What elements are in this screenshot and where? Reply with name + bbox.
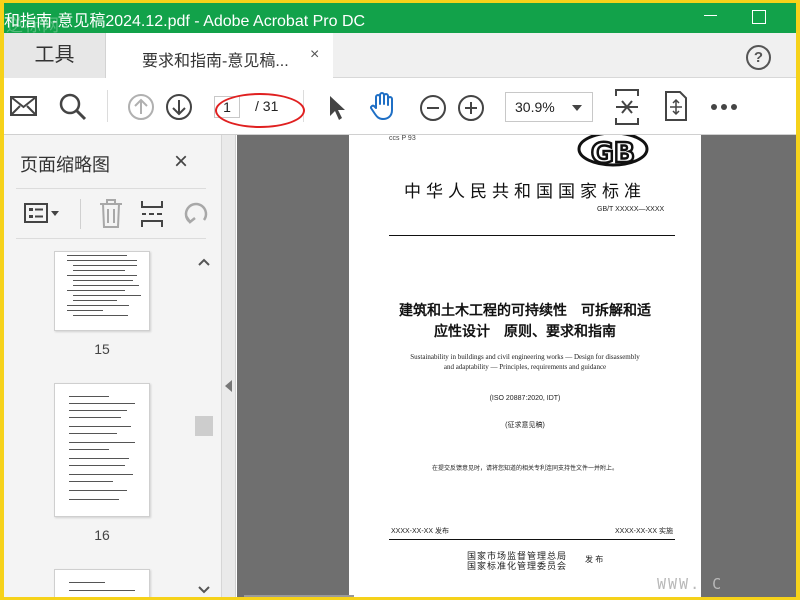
thumbnail-panel: 页面缩略图 × 15 16 — [4, 135, 222, 597]
header-rule — [389, 235, 675, 236]
thumbnail-page-16[interactable] — [54, 383, 150, 517]
acrobat-window: 和指南-意见稿2024.12.pdf - Adobe Acrobat Pro D… — [4, 3, 796, 597]
document-title-line-2: 应性设计 原则、要求和指南 — [434, 323, 616, 339]
maximize-button[interactable] — [742, 3, 776, 33]
tab-close-icon[interactable]: × — [310, 46, 319, 64]
gb-logo-text: GB — [591, 136, 635, 169]
minimize-button[interactable] — [694, 3, 728, 33]
thumbnail-page-17[interactable] — [54, 569, 150, 597]
search-icon[interactable] — [58, 92, 88, 122]
gb-logo: GB — [577, 135, 649, 169]
footer-rule — [389, 539, 675, 540]
thumbnail-page-number: 15 — [94, 341, 110, 357]
pdf-page: ccs P 93 GB 中华人民共和国国家标准 GB/T XXXXX—XXXX … — [349, 135, 701, 597]
thumbnail-list: 15 16 — [4, 247, 214, 597]
thumbnail-scrollbar[interactable] — [195, 251, 213, 597]
panel-toolbar-separator — [80, 199, 81, 229]
panel-title: 页面缩略图 — [20, 155, 110, 175]
national-standard-heading: 中华人民共和国国家标准 — [404, 182, 646, 202]
more-options-icon[interactable] — [710, 103, 738, 111]
toolbar: 1 / 31 30.9% — [4, 78, 796, 135]
tab-bar: 工具 要求和指南-意见稿... × ? — [4, 33, 796, 79]
panel-collapse-handle[interactable] — [222, 135, 236, 597]
issue-label: 发 布 — [585, 555, 604, 564]
document-title-line-1: 建筑和土木工程的可持续性 可拆解和适 — [399, 302, 651, 318]
english-title-line-2: and adaptability — Principles, requireme… — [443, 363, 607, 371]
annotation-ellipse — [215, 93, 305, 128]
tab-document[interactable]: 要求和指南-意见稿... × — [106, 33, 333, 79]
scrolling-mode-icon[interactable] — [662, 90, 690, 122]
document-view[interactable]: ccs P 93 GB 中华人民共和国国家标准 GB/T XXXXX—XXXX … — [237, 135, 796, 597]
scrollbar-thumb[interactable] — [195, 416, 213, 436]
english-title-line-1: Sustainability in buildings and civil en… — [410, 353, 640, 361]
patent-note: 在提交反馈意见时，请将您知道的相关专利连同支持性文件一并附上。 — [431, 466, 618, 472]
tab-tools[interactable]: 工具 — [4, 33, 106, 78]
scroll-up-icon[interactable] — [198, 257, 210, 267]
zoom-level-value: 30.9% — [515, 99, 555, 115]
watermark-text: WWW. C — [657, 575, 724, 593]
panel-toolbar — [16, 188, 208, 239]
toolbar-separator — [107, 90, 108, 122]
email-icon[interactable] — [10, 94, 38, 118]
thumbnail-page-number: 16 — [94, 527, 110, 543]
split-page-icon[interactable] — [140, 199, 166, 229]
chevron-down-icon — [572, 105, 582, 111]
fit-page-icon[interactable] — [614, 88, 640, 126]
horizontal-scrollbar[interactable] — [244, 595, 354, 597]
issuer-line-2: 国家标准化管理委员会 — [467, 561, 568, 571]
hand-tool-icon[interactable] — [367, 90, 399, 122]
draft-label: (征求意见稿) — [505, 422, 545, 429]
trash-icon[interactable] — [98, 199, 124, 229]
thumbnail-page-15[interactable] — [54, 251, 150, 331]
iso-reference: (ISO 20887:2020, IDT) — [489, 395, 561, 402]
next-page-icon[interactable] — [165, 93, 193, 121]
standard-number: GB/T XXXXX—XXXX — [597, 206, 665, 213]
implement-date: XXXX-XX-XX 实施 — [615, 528, 673, 535]
thumbnail-options-icon[interactable] — [24, 203, 62, 225]
close-icon[interactable]: × — [174, 148, 188, 176]
title-bar: 和指南-意见稿2024.12.pdf - Adobe Acrobat Pro D… — [4, 3, 796, 36]
help-icon[interactable]: ? — [746, 45, 771, 70]
select-cursor-icon[interactable] — [326, 94, 348, 122]
previous-page-icon[interactable] — [127, 93, 155, 121]
ccs-code: ccs P 93 — [389, 135, 416, 142]
zoom-in-icon[interactable] — [457, 94, 485, 122]
zoom-level-select[interactable]: 30.9% — [505, 92, 593, 122]
tab-document-label: 要求和指南-意见稿... — [142, 53, 289, 70]
collapse-arrow-icon — [225, 380, 232, 392]
zoom-out-icon[interactable] — [419, 94, 447, 122]
rotate-icon[interactable] — [182, 200, 210, 228]
publish-date: XXXX-XX-XX 发布 — [391, 528, 449, 535]
scroll-down-icon[interactable] — [198, 585, 210, 595]
